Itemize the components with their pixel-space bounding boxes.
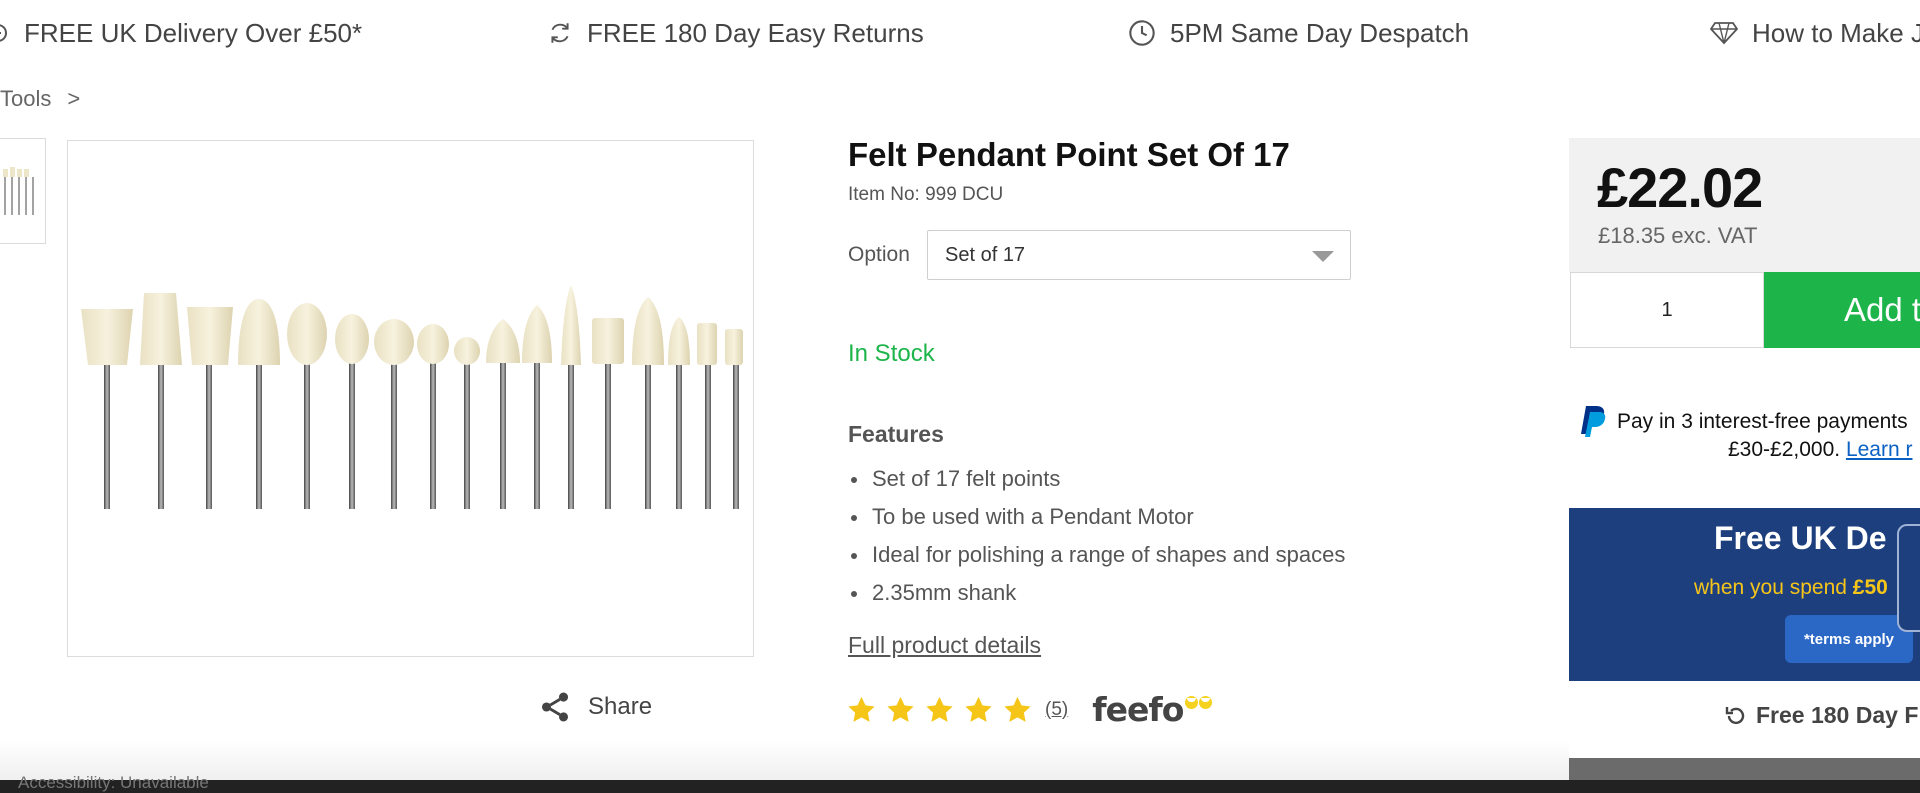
returns-label: Free 180 Day F [1756,702,1919,728]
truck-icon [0,24,7,42]
share-icon [541,692,569,722]
feedback-side-tab[interactable] [1897,524,1920,632]
chevron-down-icon [1312,251,1334,262]
usp-free-returns: FREE 180 Day Easy Returns [547,14,924,52]
review-count-link[interactable]: (5) [1045,699,1068,721]
status-bar [0,780,1920,793]
price-ex-vat: £18.35 exc. VAT [1598,223,1758,248]
item-number: Item No: 999 DCU [848,184,1004,205]
usp-same-day-despatch: 5PM Same Day Despatch [1128,14,1469,52]
usp-label: How to Make J [1752,17,1920,48]
option-selected-value: Set of 17 [945,243,1026,266]
feefo-wordmark: feefo [1092,690,1184,729]
features-heading: Features [848,421,944,447]
diamond-icon [1710,22,1738,45]
feefo-eyes-icon [1185,696,1213,709]
breadcrumb-separator: > [67,86,81,111]
status-bar-text: Accessibility: Unavailable [18,773,209,792]
star-icon [926,696,953,722]
feature-item: 2.35mm shank [848,577,1345,615]
promo-title: Free UK De [1714,520,1887,556]
page-fade [0,740,1569,780]
felt-points-thumbnail-image [3,167,34,215]
promo-subtitle-text: when you spend [1694,576,1853,599]
share-label: Share [588,693,653,720]
paypal-message-line1: Pay in 3 interest-free payments [1617,410,1908,433]
toolbar-strip [1569,758,1920,780]
feefo-logo[interactable]: feefo [1092,690,1213,729]
product-thumbnail[interactable] [0,138,46,244]
paypal-message-line2: £30-£2,000. Learn r [1728,438,1913,462]
clock-icon [1129,20,1155,46]
quantity-input[interactable]: 1 [1570,272,1764,348]
star-icon [1004,696,1031,722]
usp-label: 5PM Same Day Despatch [1170,17,1470,48]
star-icon [965,696,992,722]
add-to-basket-button[interactable]: Add t [1764,272,1920,348]
option-select[interactable]: Set of 17 [927,230,1351,280]
feature-item: To be used with a Pendant Motor [848,501,1345,539]
undo-arrow-icon [1725,706,1745,724]
paypal-learn-more-link[interactable]: Learn r [1846,438,1913,461]
promo-subtitle: when you spend £50 [1694,576,1888,600]
refresh-icon [551,23,569,43]
usp-label: FREE 180 Day Easy Returns [587,17,924,48]
price: £22.02 [1597,156,1763,219]
breadcrumb: Tools > [0,86,80,112]
star-icon [848,696,875,722]
returns-info: Free 180 Day F [1724,702,1918,729]
terms-apply-button[interactable]: *terms apply [1785,615,1913,663]
full-product-details-link[interactable]: Full product details [848,632,1041,659]
feature-item: Ideal for polishing a range of shapes an… [848,539,1345,577]
usp-label: FREE UK Delivery Over £50* [24,17,363,48]
paypal-range: £30-£2,000. [1728,438,1841,461]
rating-summary[interactable]: (5) feefo [846,690,1213,729]
product-title: Felt Pendant Point Set Of 17 [848,136,1290,173]
feature-item: Set of 17 felt points [848,463,1345,501]
paypal-icon [1580,404,1608,443]
promo-amount: £50 [1852,576,1888,599]
usp-how-to[interactable]: How to Make J [1710,14,1920,52]
star-icon [887,696,914,722]
features-list: Set of 17 felt points To be used with a … [848,463,1345,615]
felt-pendant-points-image [81,285,743,509]
option-label: Option [848,243,910,266]
product-image-frame[interactable] [67,140,754,657]
stock-status: In Stock [848,340,935,367]
usp-free-delivery: FREE UK Delivery Over £50* [0,14,362,52]
share-button[interactable]: Share [538,690,652,724]
breadcrumb-tools[interactable]: Tools [0,86,51,111]
